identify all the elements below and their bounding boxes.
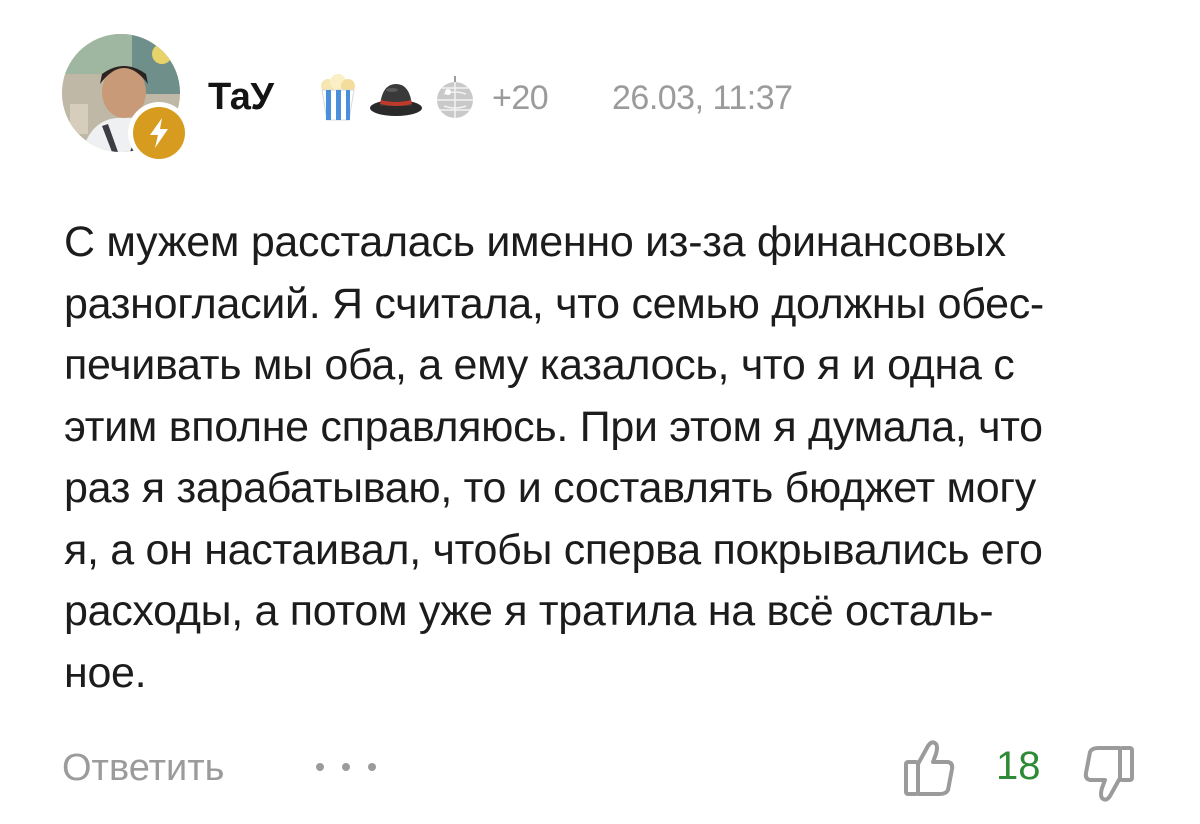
reply-button[interactable]: Ответить	[62, 744, 224, 792]
comment-timestamp: 26.03, 11:37	[612, 79, 793, 117]
comment-text: С мужем рассталась именно из-за финансов…	[64, 218, 1044, 697]
level-badge	[128, 102, 190, 164]
hat-icon[interactable]	[368, 78, 424, 118]
comment: ТаУ +20 26.03, 11:37 С мужем рассталась …	[0, 0, 1200, 824]
like-count: 18	[996, 744, 1041, 788]
username[interactable]: ТаУ	[208, 74, 274, 120]
thumbs-up-icon	[904, 740, 955, 796]
badge-list: +20	[318, 72, 549, 124]
disco-ball-icon[interactable]	[434, 76, 476, 120]
like-button[interactable]	[902, 738, 956, 798]
more-badges-count[interactable]: +20	[492, 79, 549, 118]
lightning-icon	[150, 118, 168, 148]
dislike-button[interactable]	[1082, 744, 1136, 804]
thumbs-down-icon	[1083, 746, 1134, 802]
more-dots-icon[interactable]	[316, 752, 376, 782]
popcorn-icon[interactable]	[318, 74, 358, 122]
